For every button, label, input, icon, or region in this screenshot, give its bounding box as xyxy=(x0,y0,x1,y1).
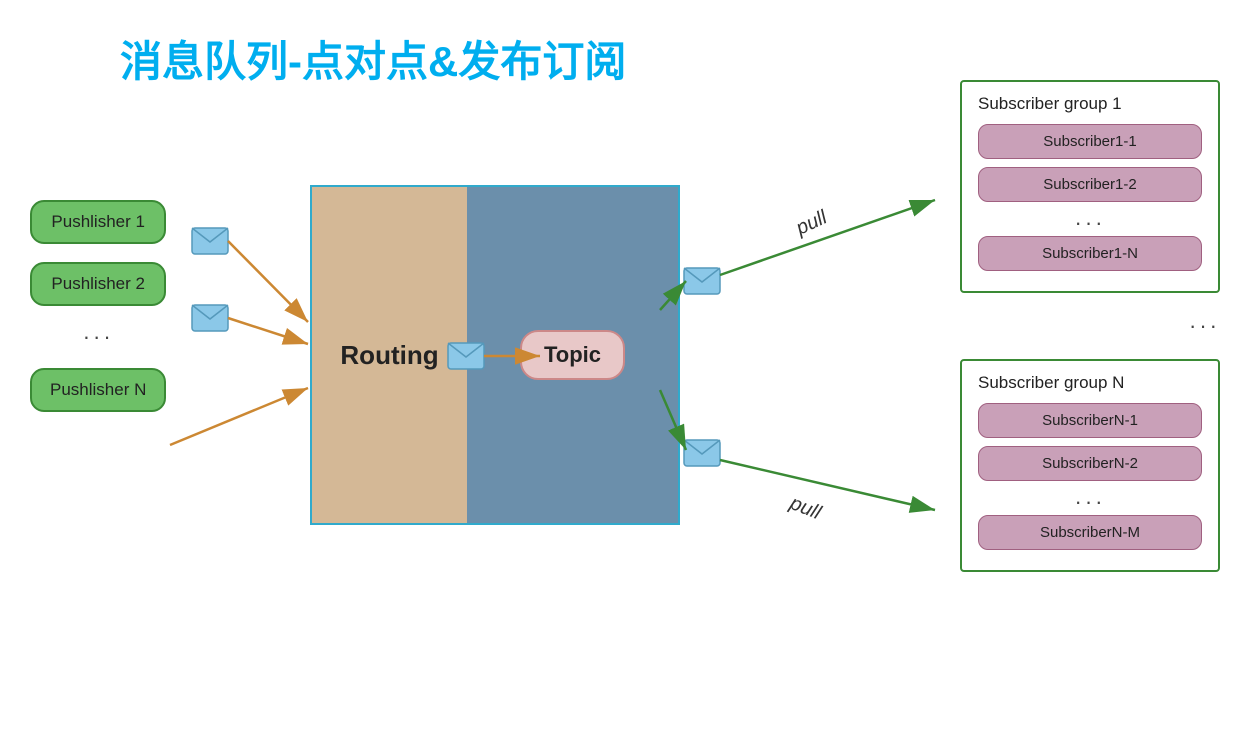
subscriber-n-dots: ··· xyxy=(978,489,1202,515)
group-n-title: Subscriber group N xyxy=(978,373,1202,393)
subscriber-groups-area: Subscriber group 1 Subscriber1-1 Subscri… xyxy=(960,80,1220,572)
envelope-publisher-1 xyxy=(192,228,228,254)
publisher-dots: ··· xyxy=(30,324,166,350)
routing-topic-container: Routing Topic xyxy=(310,185,680,525)
page-title: 消息队列-点对点&发布订阅 xyxy=(120,28,626,89)
subscriber-n-m: SubscriberN-M xyxy=(978,515,1202,550)
pull-label-top: pull xyxy=(792,206,831,240)
publisher-1: Pushlisher 1 xyxy=(30,200,166,244)
envelope-publisher-2 xyxy=(192,305,228,331)
envelope-topic-out-2 xyxy=(684,440,720,466)
subscriber-1-dots: ··· xyxy=(978,210,1202,236)
topic-half: Topic xyxy=(467,187,678,523)
topic-pill: Topic xyxy=(520,330,625,380)
between-groups-dots: ··· xyxy=(1189,313,1220,339)
subscriber-n-1: SubscriberN-1 xyxy=(978,403,1202,438)
pull-label-bottom: pull xyxy=(786,492,825,525)
subscriber-group-n: Subscriber group N SubscriberN-1 Subscri… xyxy=(960,359,1220,572)
publishers-area: Pushlisher 1 Pushlisher 2 ··· Pushlisher… xyxy=(30,200,166,412)
group-1-title: Subscriber group 1 xyxy=(978,94,1202,114)
subscriber-group-1: Subscriber group 1 Subscriber1-1 Subscri… xyxy=(960,80,1220,293)
routing-label: Routing xyxy=(312,187,467,523)
subscriber-1-1: Subscriber1-1 xyxy=(978,124,1202,159)
envelope-topic-out-1 xyxy=(684,268,720,294)
subscriber-1-n: Subscriber1-N xyxy=(978,236,1202,271)
publisher-2: Pushlisher 2 xyxy=(30,262,166,306)
publisher-n: Pushlisher N xyxy=(30,368,166,412)
subscriber-n-2: SubscriberN-2 xyxy=(978,446,1202,481)
subscriber-1-2: Subscriber1-2 xyxy=(978,167,1202,202)
